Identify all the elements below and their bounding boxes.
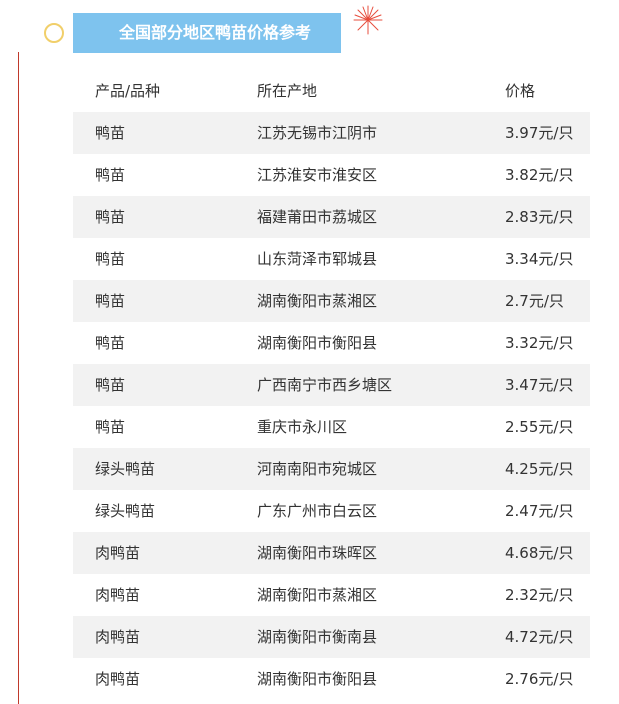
cell-product: 鸭苗 (95, 208, 126, 226)
cell-origin: 福建莆田市荔城区 (257, 208, 378, 226)
table-row: 肉鸭苗 湖南衡阳市蒸湘区 2.32元/只 (73, 574, 590, 616)
cell-price: 3.47元/只 (505, 376, 574, 394)
header-origin: 所在产地 (257, 82, 318, 100)
table-row: 鸭苗 湖南衡阳市蒸湘区 2.7元/只 (73, 280, 590, 322)
cell-price: 2.76元/只 (505, 670, 574, 688)
circle-ornament (44, 23, 64, 43)
cell-product: 鸭苗 (95, 418, 126, 436)
cell-origin: 湖南衡阳市珠晖区 (257, 544, 378, 562)
cell-product: 肉鸭苗 (95, 670, 141, 688)
cell-product: 肉鸭苗 (95, 586, 141, 604)
cell-origin: 湖南衡阳市蒸湘区 (257, 586, 378, 604)
cell-product: 鸭苗 (95, 376, 126, 394)
header-product: 产品/品种 (95, 82, 161, 100)
cell-price: 4.68元/只 (505, 544, 574, 562)
cell-product: 肉鸭苗 (95, 544, 141, 562)
cell-price: 2.55元/只 (505, 418, 574, 436)
cell-product: 绿头鸭苗 (95, 460, 156, 478)
cell-origin: 河南南阳市宛城区 (257, 460, 378, 478)
table-header-row: 产品/品种 所在产地 价格 (73, 70, 590, 112)
cell-origin: 湖南衡阳市衡阳县 (257, 334, 378, 352)
cell-price: 2.83元/只 (505, 208, 574, 226)
cell-product: 鸭苗 (95, 250, 126, 268)
cell-price: 2.47元/只 (505, 502, 574, 520)
cell-product: 鸭苗 (95, 124, 126, 142)
table-row: 鸭苗 重庆市永川区 2.55元/只 (73, 406, 590, 448)
cell-product: 绿头鸭苗 (95, 502, 156, 520)
cell-origin: 重庆市永川区 (257, 418, 348, 436)
cell-origin: 湖南衡阳市蒸湘区 (257, 292, 378, 310)
cell-product: 鸭苗 (95, 334, 126, 352)
cell-origin: 湖南衡阳市衡阳县 (257, 670, 378, 688)
cell-origin: 山东菏泽市郓城县 (257, 250, 378, 268)
title-banner: 全国部分地区鸭苗价格参考 (73, 5, 383, 53)
cell-origin: 江苏无锡市江阴市 (257, 124, 378, 142)
cell-product: 鸭苗 (95, 166, 126, 184)
price-table: 产品/品种 所在产地 价格 鸭苗 江苏无锡市江阴市 3.97元/只 鸭苗 江苏淮… (73, 70, 590, 700)
page-title: 全国部分地区鸭苗价格参考 (119, 23, 312, 42)
header-price: 价格 (505, 82, 536, 100)
cell-origin: 广东广州市白云区 (257, 502, 378, 520)
cell-product: 鸭苗 (95, 292, 126, 310)
table-row: 鸭苗 广西南宁市西乡塘区 3.47元/只 (73, 364, 590, 406)
table-row: 肉鸭苗 湖南衡阳市衡阳县 2.76元/只 (73, 658, 590, 700)
table-row: 鸭苗 江苏淮安市淮安区 3.82元/只 (73, 154, 590, 196)
table-row: 绿头鸭苗 广东广州市白云区 2.47元/只 (73, 490, 590, 532)
cell-origin: 江苏淮安市淮安区 (257, 166, 378, 184)
table-row: 鸭苗 湖南衡阳市衡阳县 3.32元/只 (73, 322, 590, 364)
table-row: 肉鸭苗 湖南衡阳市衡南县 4.72元/只 (73, 616, 590, 658)
left-divider-line (18, 52, 19, 704)
cell-product: 肉鸭苗 (95, 628, 141, 646)
cell-origin: 广西南宁市西乡塘区 (257, 376, 393, 394)
table-row: 绿头鸭苗 河南南阳市宛城区 4.25元/只 (73, 448, 590, 490)
table-row: 肉鸭苗 湖南衡阳市珠晖区 4.68元/只 (73, 532, 590, 574)
cell-price: 2.32元/只 (505, 586, 574, 604)
cell-price: 3.82元/只 (505, 166, 574, 184)
sparkle-icon (353, 5, 383, 35)
cell-price: 3.97元/只 (505, 124, 574, 142)
cell-price: 2.7元/只 (505, 292, 564, 310)
cell-price: 4.72元/只 (505, 628, 574, 646)
cell-price: 3.34元/只 (505, 250, 574, 268)
table-row: 鸭苗 山东菏泽市郓城县 3.34元/只 (73, 238, 590, 280)
table-row: 鸭苗 福建莆田市荔城区 2.83元/只 (73, 196, 590, 238)
cell-price: 3.32元/只 (505, 334, 574, 352)
cell-origin: 湖南衡阳市衡南县 (257, 628, 378, 646)
table-row: 鸭苗 江苏无锡市江阴市 3.97元/只 (73, 112, 590, 154)
cell-price: 4.25元/只 (505, 460, 574, 478)
page: 全国部分地区鸭苗价格参考 产品/品种 所在产地 价格 鸭苗 江苏无锡市江阴市 3… (0, 0, 619, 704)
